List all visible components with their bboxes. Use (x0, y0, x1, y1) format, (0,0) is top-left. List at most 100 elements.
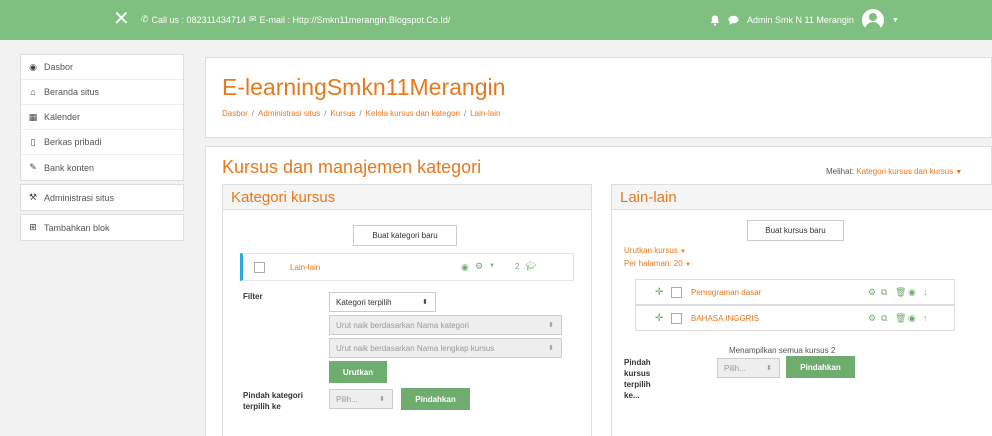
category-checkbox[interactable] (254, 262, 265, 273)
gear-icon[interactable]: ⚙ (868, 287, 876, 298)
gear-icon[interactable]: ⚙ (868, 313, 876, 324)
breadcrumb-item[interactable]: Administrasi situs (258, 109, 320, 118)
filter-select-value: Kategori terpilih (336, 297, 392, 307)
create-category-button[interactable]: Buat kategori baru (353, 225, 457, 246)
sidebar-item-label: Dasbor (44, 62, 74, 72)
move-category-select: Pilih... ⬍ (329, 389, 393, 409)
chevron-down-icon[interactable]: ▼ (892, 17, 899, 24)
nav-block-add: ⊞ Tambahkan blok (20, 214, 184, 241)
select-caret-icon: ⬍ (548, 345, 554, 352)
calendar-icon: ▦ (28, 111, 38, 122)
arrow-up-icon[interactable]: ↑ (923, 313, 928, 323)
course-name[interactable]: Pemograman dasar (691, 288, 761, 297)
home-icon: ⌂ (30, 87, 36, 97)
phone-icon: ✆ (141, 14, 149, 24)
sidebar-item-administrasi[interactable]: ⚒ Administrasi situs (21, 185, 183, 210)
gear-icon[interactable]: ⚙ (475, 261, 483, 272)
course-row[interactable]: ✛ BAHASA INGGRIS ⚙ ⧉ 🗑︎ ◉ ↑ (635, 305, 955, 331)
course-count: 2 (515, 262, 520, 271)
site-title[interactable]: E-learningSmkn11Merangin (222, 74, 505, 101)
close-icon[interactable]: ✕ (113, 7, 130, 31)
move-category-label: Pindah kategori terpilih ke (243, 391, 304, 411)
move-category-button[interactable]: Pindahkan (401, 388, 470, 410)
course-sort-links: Urutkan kursus ▼ Per halaman: 20 ▼ (624, 245, 691, 271)
trash-icon[interactable]: 🗑︎ (895, 287, 906, 298)
sort-button[interactable]: Urutkan (329, 361, 387, 383)
breadcrumb-item[interactable]: Kursus (331, 109, 356, 118)
nav-block-main: ◉ Dasbor ⌂ Beranda situs ▦ Kalender ▯ Be… (20, 54, 184, 181)
breadcrumb-item[interactable]: Lain-lain (470, 109, 500, 118)
sidebar-item-label: Bank konten (44, 162, 95, 173)
sidebar: ◉ Dasbor ⌂ Beranda situs ▦ Kalender ▯ Be… (20, 54, 184, 244)
copy-icon[interactable]: ⧉ (881, 287, 887, 298)
sort-course-value: Urut naik berdasarkan Nama lengkap kursu… (336, 343, 495, 353)
user-name[interactable]: Admin Smk N 11 Merangin (747, 15, 854, 25)
chevron-down-icon[interactable]: ▼ (489, 263, 495, 269)
sidebar-item-berkas[interactable]: ▯ Berkas pribadi (21, 130, 183, 155)
main-content: Kursus dan manajemen kategori Melihat: K… (205, 146, 992, 436)
move-course-select-value: Pilih... (724, 363, 746, 373)
phone-text: Call us : 082311434714 (151, 14, 246, 25)
category-name[interactable]: Lain-lain (290, 263, 320, 272)
view-switcher[interactable]: Melihat: Kategori kursus dan kursus ▼ (826, 167, 962, 176)
course-row[interactable]: ✛ Pemograman dasar ⚙ ⧉ 🗑︎ ◉ ↓ (635, 279, 955, 305)
create-course-button[interactable]: Buat kursus baru (747, 220, 844, 241)
breadcrumb-separator: / (463, 109, 467, 118)
wrench-icon: ⚒ (28, 192, 38, 202)
sidebar-item-label: Administrasi situs (44, 192, 115, 203)
view-value[interactable]: Kategori kursus dan kursus (856, 167, 953, 176)
chevron-down-icon: ▼ (680, 249, 686, 255)
category-panel: Kategori kursus Buat kategori baru Lain-… (222, 184, 592, 436)
select-caret-icon: ⬍ (548, 322, 554, 329)
breadcrumb-separator: / (359, 109, 362, 118)
category-panel-heading: Kategori kursus (223, 185, 591, 210)
sidebar-item-label: Beranda situs (44, 87, 100, 97)
mail-icon: ✉ (248, 14, 257, 24)
move-course-select: Pilih... ⬍ (717, 358, 780, 378)
move-handle-icon[interactable]: ✛ (655, 313, 663, 324)
sidebar-item-label: Kalender (44, 112, 81, 122)
breadcrumb-item[interactable]: Dasbor (222, 109, 248, 118)
trash-icon[interactable]: 🗑︎ (895, 313, 906, 324)
view-label: Melihat: (826, 167, 855, 176)
eye-icon[interactable]: ◉ (908, 287, 916, 298)
move-category-select-value: Pilih... (336, 394, 358, 404)
chat-icon[interactable] (728, 15, 739, 25)
bell-icon[interactable] (710, 15, 720, 26)
eye-icon[interactable]: ◉ (461, 262, 469, 273)
caret-down-icon[interactable]: ▼ (955, 169, 962, 176)
per-page-text: Per halaman: 20 (624, 259, 683, 268)
breadcrumb: Dasbor / Administrasi situs / Kursus / Kelola … (222, 109, 500, 118)
avatar[interactable] (861, 9, 884, 31)
sidebar-item-tambahkan-blok[interactable]: ⊞ Tambahkan blok (21, 215, 183, 240)
sort-category-select: Urut naik berdasarkan Nama kategori ⬍ (329, 315, 562, 335)
file-icon: ▯ (30, 136, 36, 147)
showing-courses-text: Menampilkan semua kursus 2 (729, 346, 836, 355)
arrow-down-icon[interactable]: ↓ (923, 287, 928, 297)
move-course-button[interactable]: Pindahkan (786, 356, 855, 378)
select-caret-icon: ⬍ (422, 299, 428, 306)
select-caret-icon: ⬍ (379, 396, 385, 403)
user-area: Admin Smk N 11 Merangin ▼ (710, 9, 899, 31)
eye-icon[interactable]: ◉ (908, 313, 916, 324)
category-row[interactable]: Lain-lain ◉ ⚙ ▼ 2 🎓︎ (240, 253, 574, 281)
breadcrumb-item[interactable]: Kelola kursus dan kategori (366, 109, 460, 118)
move-handle-icon[interactable]: ✛ (655, 287, 663, 298)
graduation-cap-icon: 🎓︎ (525, 261, 537, 271)
course-name[interactable]: BAHASA INGGRIS (691, 314, 759, 323)
course-checkbox[interactable] (671, 313, 682, 324)
sidebar-item-label: Berkas pribadi (44, 137, 102, 147)
per-page-link[interactable]: Per halaman: 20 ▼ (624, 258, 691, 271)
sidebar-item-bank-konten[interactable]: ✎ Bank konten (21, 155, 183, 180)
sidebar-item-dasbor[interactable]: ◉ Dasbor (21, 55, 183, 80)
breadcrumb-separator: / (324, 109, 327, 118)
course-checkbox[interactable] (671, 287, 682, 298)
filter-select[interactable]: Kategori terpilih ⬍ (329, 292, 436, 312)
contact-info: ✆ Call us : 082311434714 ✉ E-mail : Http… (141, 14, 450, 25)
email-text: E-mail : Http://Smkn11merangin.Blogspot.… (259, 14, 451, 25)
copy-icon[interactable]: ⧉ (881, 313, 887, 324)
sidebar-item-kalender[interactable]: ▦ Kalender (21, 105, 183, 130)
sort-courses-link[interactable]: Urutkan kursus ▼ (624, 245, 691, 258)
sidebar-item-beranda[interactable]: ⌂ Beranda situs (21, 80, 183, 105)
move-course-label: Pindah kursus terpilih ke... (624, 358, 651, 400)
